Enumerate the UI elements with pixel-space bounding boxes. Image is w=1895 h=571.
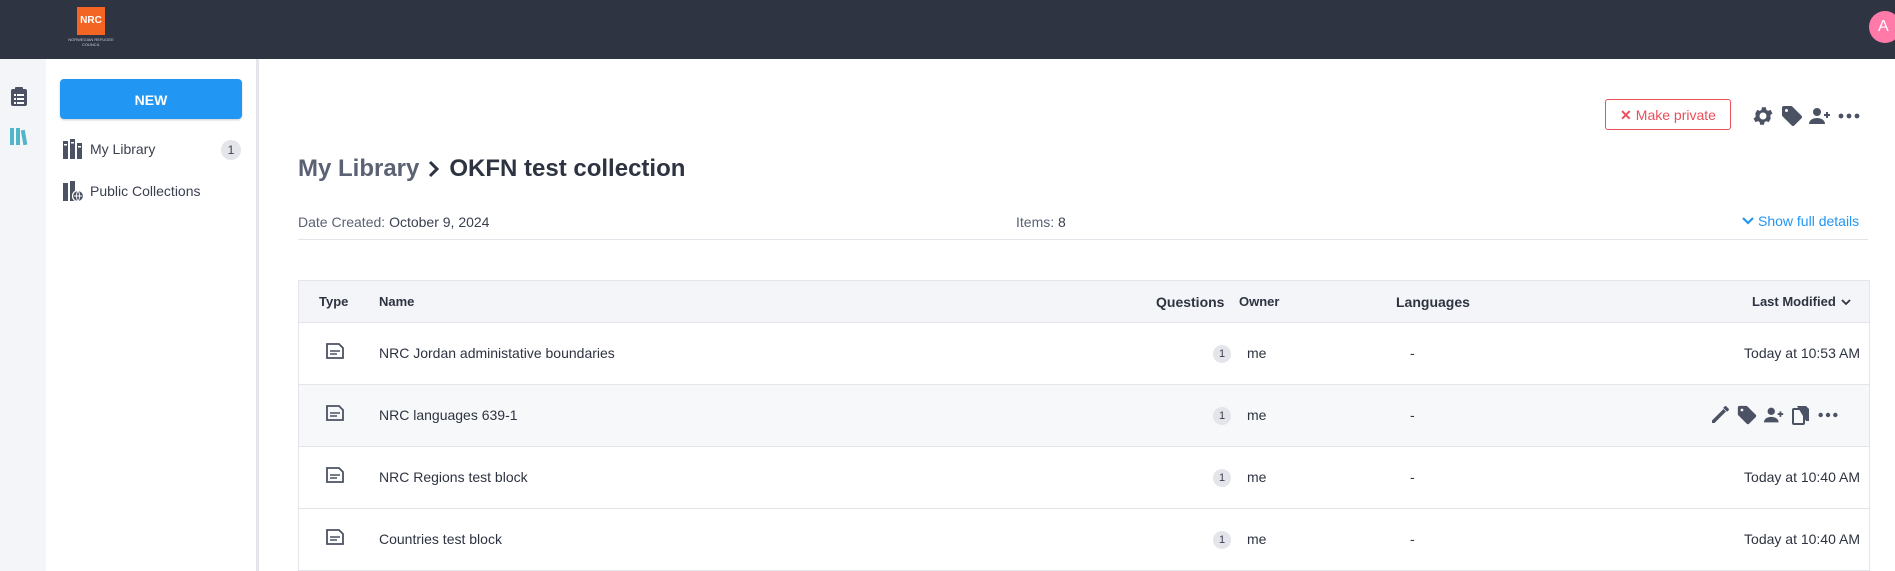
divider <box>298 239 1868 240</box>
column-type[interactable]: Type <box>319 294 348 309</box>
row-languages: - <box>1410 469 1415 485</box>
chevron-down-icon <box>1742 217 1754 225</box>
main-content: ✕ Make private My Library OKFN test colle… <box>298 59 1870 571</box>
count-badge: 1 <box>221 140 241 160</box>
row-name[interactable]: NRC Regions test block <box>379 469 528 485</box>
share-person-icon[interactable] <box>1763 404 1785 426</box>
row-languages: - <box>1410 407 1415 423</box>
show-full-details-link[interactable]: Show full details <box>1741 213 1859 229</box>
last-modified-label: Last Modified <box>1752 294 1836 309</box>
library-icon[interactable] <box>8 125 30 147</box>
sidebar-item-label: My Library <box>90 141 156 157</box>
sidebar-item-label: Public Collections <box>90 183 201 199</box>
close-icon: ✕ <box>1620 107 1632 123</box>
breadcrumb: My Library OKFN test collection <box>298 155 685 183</box>
row-name[interactable]: NRC languages 639-1 <box>379 407 518 423</box>
table-row[interactable]: NRC Regions test block 1 me - Today at 1… <box>299 447 1869 509</box>
questions-badge: 1 <box>1213 469 1231 487</box>
make-private-label: Make private <box>1635 107 1716 123</box>
block-icon <box>326 405 344 421</box>
chevron-right-icon <box>429 160 440 178</box>
block-icon <box>326 343 344 359</box>
nrc-logo[interactable]: NRC NORWEGIAN REFUGEE COUNCIL <box>67 7 115 47</box>
items-value: 8 <box>1058 214 1066 230</box>
column-owner[interactable]: Owner <box>1239 294 1279 309</box>
chevron-down-icon <box>1841 299 1852 306</box>
icon-rail <box>0 59 47 571</box>
date-created-value: October 9, 2024 <box>389 214 490 230</box>
page-title: OKFN test collection <box>449 155 686 182</box>
row-owner: me <box>1247 407 1267 423</box>
sidebar-item-public-collections[interactable]: Public Collections <box>62 178 247 204</box>
new-button[interactable]: NEW <box>60 79 242 119</box>
column-name[interactable]: Name <box>379 294 414 309</box>
date-created: Date Created: October 9, 2024 <box>298 214 489 230</box>
show-full-details-label: Show full details <box>1758 213 1860 229</box>
gear-icon[interactable] <box>1751 104 1775 128</box>
more-icon[interactable] <box>1817 404 1839 426</box>
table-header: Type Name Questions Owner Languages Last… <box>299 281 1869 323</box>
user-avatar[interactable]: A <box>1869 11 1895 43</box>
forms-icon[interactable] <box>8 86 30 108</box>
logo-subtext: NORWEGIAN REFUGEE COUNCIL <box>68 37 114 47</box>
edit-icon[interactable] <box>1709 404 1731 426</box>
questions-badge: 1 <box>1213 407 1231 425</box>
date-created-label: Date Created: <box>298 214 386 230</box>
block-icon <box>326 529 344 545</box>
row-name[interactable]: NRC Jordan administative boundaries <box>379 345 615 361</box>
logo-mark: NRC <box>77 7 105 35</box>
column-questions[interactable]: Questions <box>1156 294 1224 310</box>
public-collections-icon <box>63 181 84 202</box>
row-modified: Today at 10:53 AM <box>1744 345 1860 361</box>
add-person-icon[interactable] <box>1808 104 1832 128</box>
make-private-button[interactable]: ✕ Make private <box>1605 99 1731 130</box>
more-icon[interactable] <box>1837 104 1861 128</box>
table-row[interactable]: Countries test block 1 me - Today at 10:… <box>299 509 1869 571</box>
breadcrumb-my-library[interactable]: My Library <box>298 155 419 183</box>
questions-badge: 1 <box>1213 345 1231 363</box>
row-languages: - <box>1410 531 1415 547</box>
sidebar: NEW My Library 1 Public Collections <box>46 59 259 571</box>
row-modified: Today at 10:40 AM <box>1744 469 1860 485</box>
row-owner: me <box>1247 531 1267 547</box>
block-icon <box>326 467 344 483</box>
duplicate-icon[interactable] <box>1790 404 1812 426</box>
row-owner: me <box>1247 345 1267 361</box>
tag-icon[interactable] <box>1780 104 1804 128</box>
table-row[interactable]: NRC Jordan administative boundaries 1 me… <box>299 323 1869 385</box>
items-label: Items: <box>1016 214 1055 230</box>
questions-badge: 1 <box>1213 531 1231 549</box>
row-modified: Today at 10:40 AM <box>1744 531 1860 547</box>
books-icon <box>63 139 82 159</box>
top-bar: NRC NORWEGIAN REFUGEE COUNCIL A <box>0 0 1895 59</box>
row-name[interactable]: Countries test block <box>379 531 502 547</box>
assets-table: Type Name Questions Owner Languages Last… <box>298 280 1870 571</box>
sidebar-item-my-library[interactable]: My Library 1 <box>62 136 247 162</box>
tag-icon[interactable] <box>1736 404 1758 426</box>
column-last-modified[interactable]: Last Modified <box>1752 294 1852 309</box>
row-languages: - <box>1410 345 1415 361</box>
column-languages[interactable]: Languages <box>1396 294 1470 310</box>
items-count: Items: 8 <box>1016 214 1066 230</box>
row-owner: me <box>1247 469 1267 485</box>
table-row[interactable]: NRC languages 639-1 1 me - <box>299 385 1869 447</box>
